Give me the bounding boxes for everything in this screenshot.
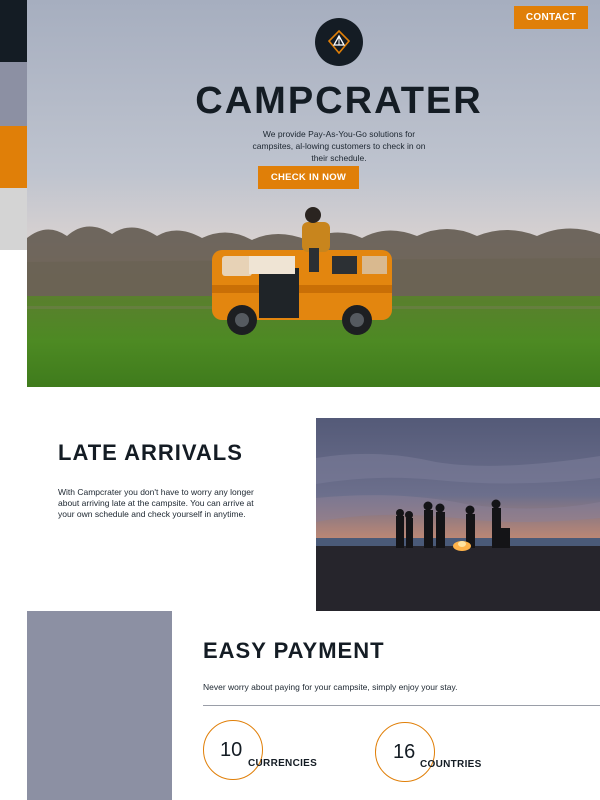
- swatch-orange: [0, 126, 27, 188]
- swatch-slate: [0, 62, 27, 126]
- easy-payment-text: Never worry about paying for your campsi…: [203, 682, 458, 692]
- easy-payment-title: EASY PAYMENT: [203, 638, 385, 663]
- check-in-button[interactable]: CHECK IN NOW: [258, 166, 359, 189]
- contact-button[interactable]: CONTACT: [514, 6, 588, 29]
- tent-pin-icon: [327, 29, 351, 55]
- hero-subtitle: We provide Pay-As-You-Go solutions for c…: [252, 129, 426, 163]
- divider: [203, 705, 600, 706]
- payment-accent-block: [27, 611, 172, 800]
- stat-value-countries: 16: [393, 741, 416, 763]
- hero-title: CAMPCRATER: [195, 80, 483, 122]
- stat-value-currencies: 10: [220, 739, 243, 761]
- campfire-photo: [316, 418, 600, 611]
- hero-section: CAMPCRATER We provide Pay-As-You-Go solu…: [27, 0, 600, 387]
- swatch-light-gray: [0, 188, 27, 250]
- late-arrivals-title: LATE ARRIVALS: [58, 440, 243, 465]
- stat-label-currencies: CURRENCIES: [248, 758, 318, 769]
- late-arrivals-text: With Campcrater you don't have to worry …: [58, 487, 254, 519]
- hero-van-photo: [27, 0, 600, 387]
- stat-label-countries: COUNTRIES: [420, 759, 482, 770]
- swatch-dark: [0, 0, 27, 62]
- logo[interactable]: [315, 18, 363, 66]
